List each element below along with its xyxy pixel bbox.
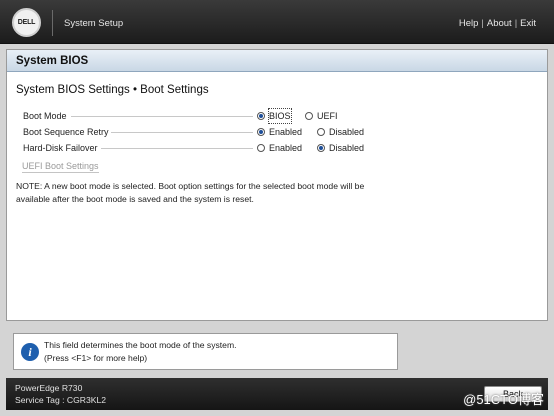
main-panel: System BIOS System BIOS Settings • Boot …	[6, 49, 548, 321]
help-box: i This field determines the boot mode of…	[13, 333, 398, 370]
leader-line	[101, 148, 253, 149]
boot-mode-uefi-label: UEFI	[317, 111, 338, 121]
help-link[interactable]: Help	[459, 18, 479, 29]
page-title: System BIOS Settings • Boot Settings	[16, 84, 209, 96]
leader-line	[111, 132, 253, 133]
app-title: System Setup	[64, 18, 124, 29]
logo-text: DELL	[17, 19, 36, 26]
radio-unselected-icon	[317, 128, 325, 136]
exit-link[interactable]: Exit	[520, 18, 536, 29]
top-bar: DELL System Setup Help | About | Exit	[0, 0, 554, 44]
failover-enabled-label: Enabled	[269, 143, 303, 153]
setting-row-boot-sequence-retry: Boot Sequence Retry Enabled Disabled	[23, 125, 543, 139]
dell-logo: DELL	[12, 8, 41, 37]
watermark: @51CTO博客	[463, 392, 544, 407]
boot-mode-bios-radio[interactable]: BIOS	[257, 108, 292, 124]
failover-enabled-radio[interactable]: Enabled	[257, 141, 302, 155]
boot-retry-enabled-radio[interactable]: Enabled	[257, 125, 302, 139]
boot-mode-note: NOTE: A new boot mode is selected. Boot …	[16, 181, 365, 204]
failover-disabled-label: Disabled	[329, 143, 365, 153]
radio-unselected-icon	[305, 112, 313, 120]
uefi-boot-settings-button[interactable]: UEFI Boot Settings	[22, 161, 99, 173]
radio-selected-icon	[317, 144, 325, 152]
system-info: PowerEdge R730 Service Tag : CGR3KL2	[15, 382, 106, 406]
header-divider	[52, 10, 53, 36]
help-text: This field determines the boot mode of t…	[44, 339, 237, 365]
help-text-line1: This field determines the boot mode of t…	[44, 340, 237, 350]
service-tag: Service Tag : CGR3KL2	[15, 395, 107, 405]
radio-unselected-icon	[257, 144, 265, 152]
section-title: System BIOS	[7, 50, 547, 72]
boot-mode-uefi-radio[interactable]: UEFI	[305, 109, 338, 123]
setting-label-hard-disk-failover: Hard-Disk Failover	[23, 143, 98, 153]
link-separator: |	[481, 18, 484, 29]
link-separator: |	[514, 18, 518, 29]
info-icon: i	[21, 343, 39, 361]
failover-disabled-radio[interactable]: Disabled	[317, 141, 364, 155]
leader-line	[71, 116, 253, 117]
boot-retry-enabled-label: Enabled	[269, 127, 303, 137]
about-link[interactable]: About	[487, 18, 512, 29]
boot-mode-bios-label: BIOS	[268, 108, 292, 124]
radio-selected-icon	[257, 128, 265, 136]
setting-row-hard-disk-failover: Hard-Disk Failover Enabled Disabled	[23, 141, 543, 155]
header-links: Help | About | Exit	[459, 18, 536, 29]
boot-retry-disabled-label: Disabled	[329, 127, 365, 137]
help-text-line2: (Press <F1> for more help)	[44, 353, 148, 363]
setting-row-boot-mode: Boot Mode BIOS UEFI	[23, 108, 543, 124]
radio-selected-icon	[257, 112, 265, 120]
boot-retry-disabled-radio[interactable]: Disabled	[317, 125, 364, 139]
setting-label-boot-mode: Boot Mode	[23, 111, 67, 121]
system-model: PowerEdge R730	[15, 383, 83, 393]
setting-label-boot-sequence-retry: Boot Sequence Retry	[23, 127, 109, 137]
